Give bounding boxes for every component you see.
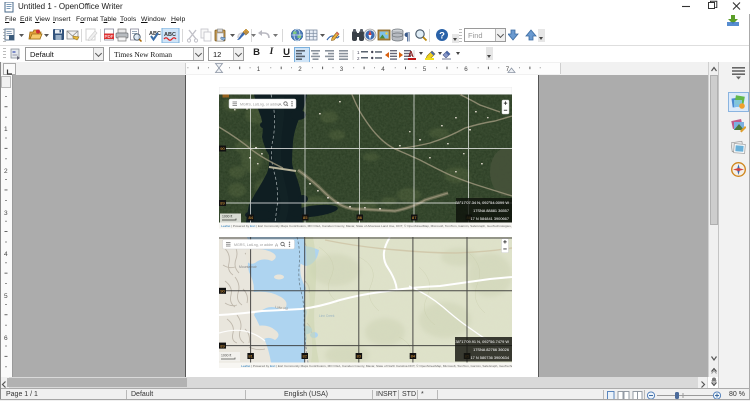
svg-text:2: 2 (298, 66, 302, 73)
svg-text:MGRS, LatLng, or addre: MGRS, LatLng, or addre (234, 243, 273, 247)
svg-text:5: 5 (4, 293, 8, 300)
svg-text:1000 ft: 1000 ft (222, 215, 232, 219)
svg-text:5: 5 (423, 66, 427, 73)
svg-text:6: 6 (464, 66, 468, 73)
svg-text:MGRS, LatLng, or addre: MGRS, LatLng, or addre (240, 103, 279, 107)
svg-text:90: 90 (220, 146, 225, 151)
svg-text:3: 3 (340, 66, 344, 73)
svg-text:A: A (408, 50, 414, 59)
svg-text:2: 2 (357, 56, 360, 60)
svg-text:4: 4 (4, 251, 8, 258)
svg-text:Leaflet | Powered by Esri | Es: Leaflet | Powered by Esri | Esri Communi… (221, 224, 512, 228)
svg-text:38°17'09.91 N, 092°56.7479 W: 38°17'09.91 N, 092°56.7479 W (455, 339, 509, 344)
svg-text:81: 81 (248, 354, 253, 359)
svg-text:1: 1 (257, 66, 261, 73)
svg-text:Mountainair: Mountainair (239, 265, 258, 269)
svg-text:2: 2 (4, 168, 8, 175)
svg-text:1: 1 (357, 50, 360, 55)
svg-text:17SNA 82766 36026: 17SNA 82766 36026 (473, 347, 509, 352)
svg-text:Leaflet | Powered by Esri | Es: Leaflet | Powered by Esri | Esri Communi… (241, 364, 512, 368)
svg-text:6: 6 (4, 335, 8, 342)
svg-text:Linn Creek: Linn Creek (319, 314, 335, 318)
svg-text:89: 89 (220, 343, 225, 348)
svg-text:89: 89 (220, 201, 225, 206)
svg-text:82: 82 (302, 354, 307, 359)
svg-text:83: 83 (357, 354, 362, 359)
svg-text:84: 84 (248, 215, 253, 220)
svg-text:85: 85 (303, 215, 308, 220)
svg-text:17SNA 88881 36557: 17SNA 88881 36557 (473, 208, 509, 213)
svg-text:1: 1 (4, 126, 8, 133)
svg-text:?: ? (439, 31, 445, 42)
svg-text:3: 3 (4, 210, 8, 217)
svg-text:87: 87 (412, 215, 417, 220)
svg-text:1000 ft: 1000 ft (221, 354, 231, 358)
svg-text:86: 86 (357, 215, 362, 220)
svg-text:90: 90 (220, 289, 225, 294)
svg-text:4: 4 (381, 66, 385, 73)
svg-text:PDF: PDF (105, 34, 114, 39)
svg-text:84: 84 (411, 354, 416, 359)
svg-text:17 N 584841 3900667: 17 N 584841 3900667 (470, 216, 509, 221)
svg-text:¶: ¶ (404, 29, 410, 43)
svg-text:ABC: ABC (164, 32, 176, 38)
svg-text:17 N 580736 3900634: 17 N 580736 3900634 (470, 355, 509, 360)
svg-text:38°17'07.34 N, 092°54.0099 W: 38°17'07.34 N, 092°54.0099 W (455, 200, 509, 205)
